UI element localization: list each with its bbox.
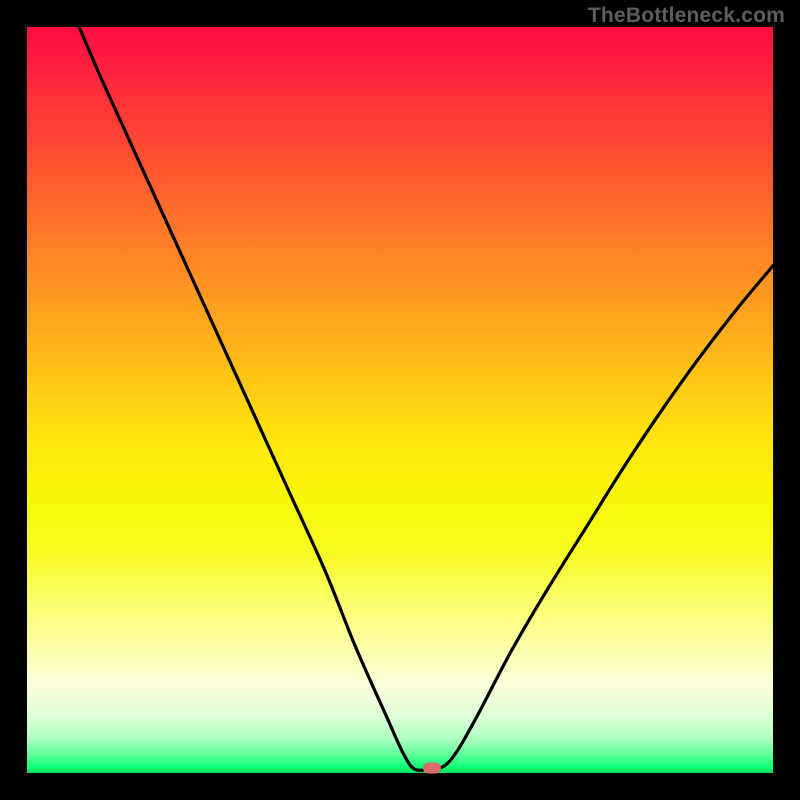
chart-container: TheBottleneck.com (0, 0, 800, 800)
optimal-point-marker (423, 762, 441, 773)
plot-area (27, 27, 773, 773)
watermark-text: TheBottleneck.com (588, 4, 785, 28)
